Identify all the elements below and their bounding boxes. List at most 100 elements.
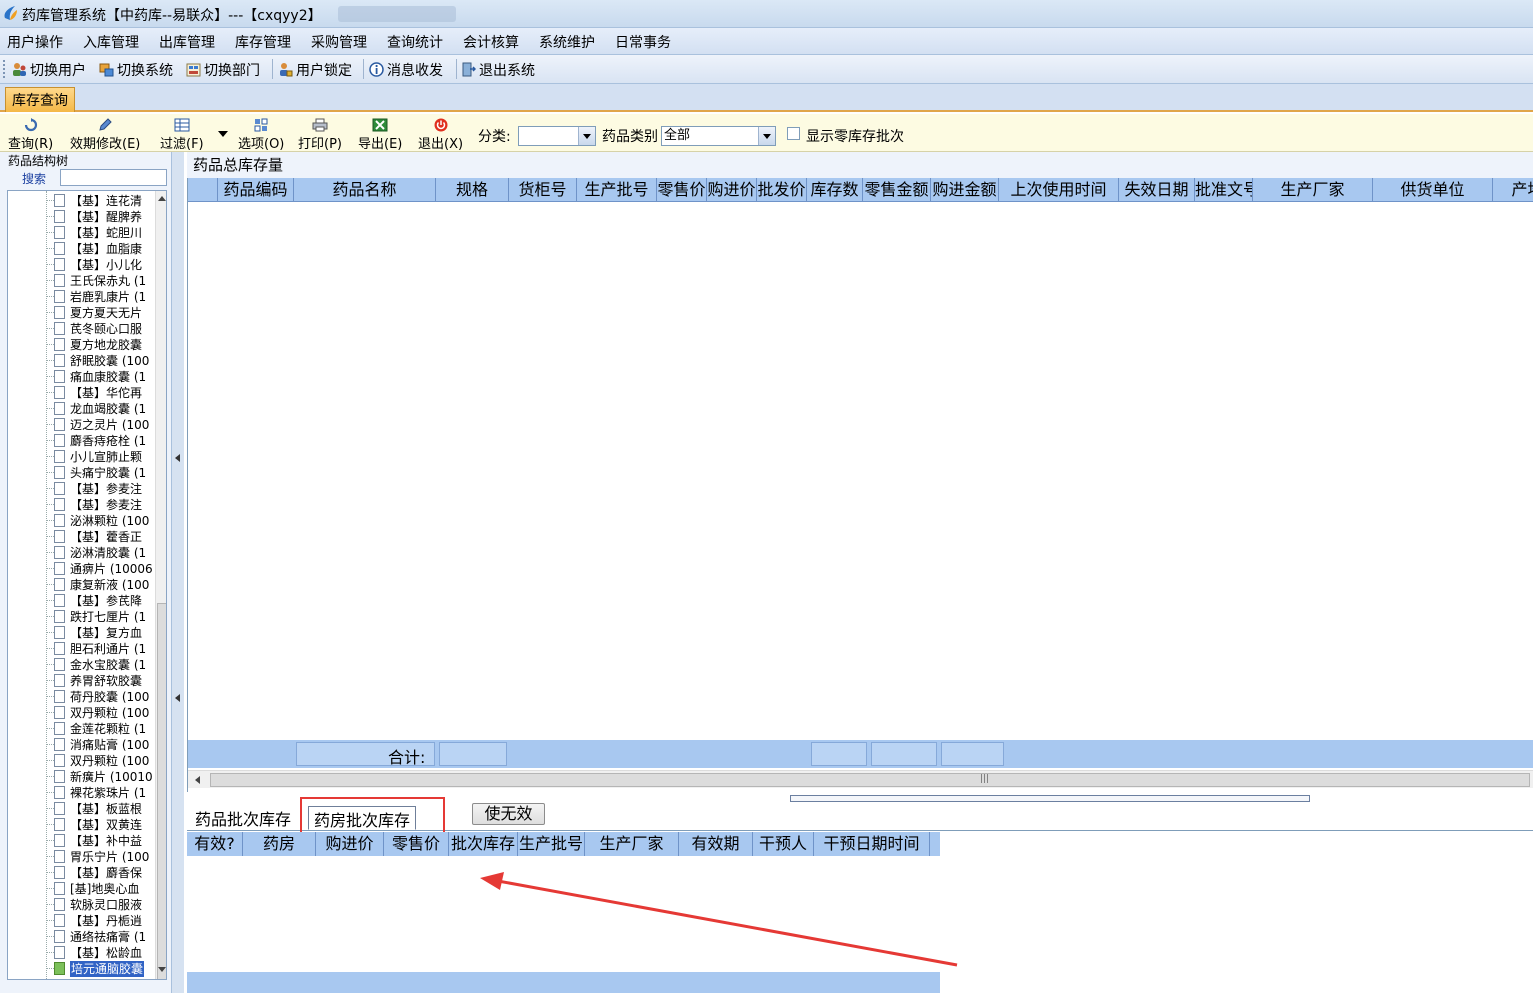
tree-node[interactable]: 培元通脑胶囊 — [46, 961, 145, 977]
user-lock-button[interactable]: 用户锁定 — [278, 60, 352, 80]
column-header[interactable]: 产地 — [1493, 178, 1533, 202]
menu-purchase[interactable]: 采购管理 — [311, 32, 367, 52]
tree-node[interactable]: 【基】醒脾养 — [46, 209, 142, 225]
expiry-edit-button[interactable]: 效期修改(E) — [70, 118, 140, 152]
column-header[interactable]: 上次使用时间 — [999, 178, 1119, 202]
tab-stock-query[interactable]: 库存查询 — [5, 87, 75, 112]
pharmacy-batch-grid[interactable]: 有效? 药房 购进价 零售价 批次库存 生产批号 生产厂家 有效期 干预人 干预日期时间 — [187, 832, 940, 993]
toolbar-grip[interactable] — [3, 60, 6, 78]
main-grid-horizontal-scrollbar[interactable]: ||| — [188, 770, 1533, 788]
tree-node[interactable]: 王氏保赤丸 (1 — [46, 273, 146, 289]
tree-node[interactable]: 夏方地龙胶囊 — [46, 337, 142, 353]
column-header[interactable]: 供货单位 — [1373, 178, 1493, 202]
column-header[interactable]: 批发价 — [757, 178, 807, 202]
tree-node[interactable]: 痛血康胶囊 (1 — [46, 369, 146, 385]
tree-node[interactable]: 芪冬颐心口服 — [46, 321, 142, 337]
tree-node[interactable]: 【基】参麦注 — [46, 497, 142, 513]
column-header[interactable]: 库存数 — [807, 178, 863, 202]
collapse-left-icon[interactable] — [175, 454, 180, 462]
tree-node[interactable]: 金水宝胶囊 (1 — [46, 657, 146, 673]
exit-system-button[interactable]: 退出系统 — [461, 60, 535, 80]
menu-outbound[interactable]: 出库管理 — [159, 32, 215, 52]
tree-node[interactable]: 康复新液 (100 — [46, 577, 149, 593]
tree-node[interactable]: 【基】参芪降 — [46, 593, 142, 609]
tree-node[interactable]: [基]地奥心血 — [46, 881, 139, 897]
tree-node[interactable]: 【基】连花清 — [46, 193, 142, 209]
drug-tree[interactable]: 【基】连花清 【基】醒脾养 【基】蛇胆川 【基】血脂康 【基】小儿化 王氏保赤丸 (1 岩鹿… — [7, 190, 167, 980]
chevron-down-icon[interactable] — [758, 127, 775, 145]
switch-system-button[interactable]: 切换系统 — [99, 60, 173, 80]
menu-stock[interactable]: 库存管理 — [235, 32, 291, 52]
scroll-left-icon[interactable] — [195, 776, 200, 784]
message-button[interactable]: 消息收发 — [369, 60, 443, 80]
column-header[interactable]: 药品名称 — [294, 178, 436, 202]
options-button[interactable]: 选项(O) — [238, 118, 284, 152]
category-select[interactable] — [518, 126, 596, 146]
tree-search-input[interactable] — [60, 169, 167, 186]
tree-node[interactable]: 通络祛痛膏 (1 — [46, 929, 146, 945]
column-header[interactable]: 有效期 — [679, 832, 753, 856]
column-header[interactable]: 失效日期 — [1119, 178, 1195, 202]
menu-user-ops[interactable]: 用户操作 — [7, 32, 63, 52]
menu-query-stats[interactable]: 查询统计 — [387, 32, 443, 52]
column-header[interactable]: 干预人 — [753, 832, 814, 856]
tree-node[interactable]: 夏方夏天无片 — [46, 305, 142, 321]
tree-node[interactable]: 迈之灵片 (100 — [46, 417, 149, 433]
tree-node[interactable]: 【基】补中益 — [46, 833, 142, 849]
tree-node[interactable]: 双丹颗粒 (100 — [46, 705, 149, 721]
tree-node[interactable]: 消痛贴膏 (100 — [46, 737, 149, 753]
menu-daily[interactable]: 日常事务 — [615, 32, 671, 52]
tree-search-label[interactable]: 搜索 — [22, 170, 46, 187]
exit-button[interactable]: 退出(X) — [418, 118, 463, 152]
total-stock-grid[interactable]: 药品编码 药品名称 规格 货柜号 生产批号 零售价 购进价 批发价 库存数 零售金额 购进金额 上次使… — [187, 178, 1533, 792]
tree-node[interactable]: 金莲花颗粒 (1 — [46, 721, 146, 737]
filter-dropdown-icon[interactable] — [218, 131, 228, 137]
column-header[interactable]: 批次库存 — [449, 832, 518, 856]
invalidate-button[interactable]: 使无效 — [472, 803, 545, 825]
tree-node[interactable]: 跌打七厘片 (1 — [46, 609, 146, 625]
tree-node[interactable]: 裸花紫珠片 (1 — [46, 785, 146, 801]
tree-node[interactable]: 【基】血脂康 — [46, 241, 142, 257]
column-header[interactable]: 零售价 — [657, 178, 707, 202]
tree-node[interactable]: 舒眠胶囊 (100 — [46, 353, 149, 369]
chevron-down-icon[interactable] — [578, 127, 595, 145]
tree-node[interactable]: 麝香痔疮栓 (1 — [46, 433, 146, 449]
scroll-up-icon[interactable] — [158, 196, 166, 201]
tree-node[interactable]: 【基】双黄连 — [46, 817, 142, 833]
tree-node[interactable]: 【基】小儿化 — [46, 257, 142, 273]
column-header[interactable]: 货柜号 — [509, 178, 577, 202]
drug-type-select[interactable]: 全部 — [661, 126, 776, 146]
filter-button[interactable]: 过滤(F) — [160, 118, 204, 152]
tree-node[interactable]: 胆石利通片 (1 — [46, 641, 146, 657]
tree-node[interactable]: 胃乐宁片 (100 — [46, 849, 149, 865]
show-zero-stock-checkbox[interactable] — [787, 127, 800, 140]
menu-accounting[interactable]: 会计核算 — [463, 32, 519, 52]
menu-maintenance[interactable]: 系统维护 — [539, 32, 595, 52]
column-header[interactable]: 生产批号 — [577, 178, 657, 202]
column-header[interactable]: 购进价 — [316, 832, 384, 856]
tree-node[interactable]: 【基】华佗再 — [46, 385, 142, 401]
tree-node[interactable]: 【基】麝香保 — [46, 865, 142, 881]
export-button[interactable]: 导出(E) — [358, 118, 402, 152]
scroll-down-icon[interactable] — [158, 967, 166, 972]
column-header[interactable]: 生产批号 — [518, 832, 585, 856]
tree-scroll-thumb[interactable] — [157, 603, 166, 979]
tree-node[interactable]: 养胃舒软胶囊 — [46, 673, 142, 689]
horizontal-splitter[interactable] — [790, 795, 1310, 802]
column-header[interactable]: 生产厂家 — [1253, 178, 1373, 202]
column-header[interactable]: 干预日期时间 — [814, 832, 930, 856]
menu-inbound[interactable]: 入库管理 — [83, 32, 139, 52]
column-header[interactable]: 零售价 — [384, 832, 449, 856]
column-header[interactable]: 药品编码 — [218, 178, 294, 202]
tree-node[interactable]: 小儿宣肺止颗 — [46, 449, 142, 465]
column-header[interactable]: 批准文号 — [1195, 178, 1253, 202]
tree-node[interactable]: 泌淋清胶囊 (1 — [46, 545, 146, 561]
tree-node[interactable]: 头痛宁胶囊 (1 — [46, 465, 146, 481]
tab-pharmacy-batch-stock[interactable]: 药房批次库存 — [308, 806, 417, 830]
tree-node[interactable]: 泌淋颗粒 (100 — [46, 513, 149, 529]
tree-node[interactable]: 【基】蛇胆川 — [46, 225, 142, 241]
column-header[interactable]: 规格 — [436, 178, 509, 202]
tree-node[interactable]: 【基】丹栀逍 — [46, 913, 142, 929]
tree-node[interactable]: 软脉灵口服液 — [46, 897, 142, 913]
tree-node[interactable]: 【基】松龄血 — [46, 945, 142, 961]
